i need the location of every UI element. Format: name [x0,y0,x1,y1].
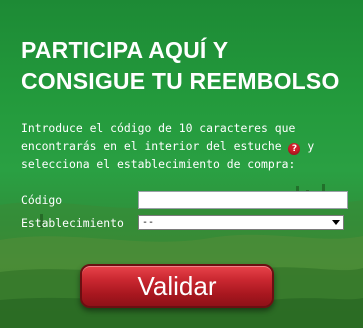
instructions-part-1: Introduce el código de 10 caracteres que… [21,121,296,153]
page-title: PARTICIPA AQUÍ Y CONSIGUE TU REEMBOLSO [21,37,340,94]
store-row: Establecimiento -- [21,214,344,232]
store-select-value: -- [142,217,155,228]
code-label: Código [21,193,63,207]
store-select[interactable]: -- [138,215,344,230]
code-input[interactable] [138,191,348,209]
instructions-text: Introduce el código de 10 caracteres que… [21,119,355,173]
promo-panel: PARTICIPA AQUÍ Y CONSIGUE TU REEMBOLSO I… [0,0,363,328]
question-icon[interactable]: ? [288,143,301,155]
validate-button[interactable]: Validar [80,264,274,308]
code-row: Código [21,191,348,209]
store-label: Establecimiento [21,216,124,230]
chevron-down-icon [332,220,340,225]
